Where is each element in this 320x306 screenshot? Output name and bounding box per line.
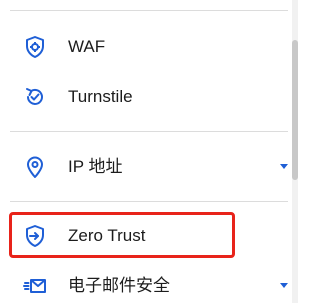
shield-arrow-icon (22, 223, 48, 249)
chevron-down-icon[interactable] (280, 164, 288, 169)
scrollbar-track[interactable] (292, 0, 298, 303)
sidebar-item-waf[interactable]: WAF (0, 27, 298, 67)
divider (10, 131, 288, 132)
sidebar-item-label: Turnstile (68, 87, 133, 106)
sidebar-item-label: Zero Trust (68, 226, 146, 245)
sidebar-item-zero-trust[interactable]: Zero Trust (0, 216, 298, 256)
sidebar-item-turnstile[interactable]: Turnstile (0, 77, 298, 117)
sidebar-item-label: IP 地址 (68, 157, 123, 176)
divider (10, 10, 288, 11)
sidebar-menu: WAF Turnstile IP 地址 Zero Trust 电子邮件安全 (0, 0, 298, 303)
location-pin-icon (22, 154, 48, 180)
refresh-check-icon (22, 84, 48, 110)
sidebar-item-label: WAF (68, 37, 106, 56)
shield-gear-icon (22, 34, 48, 60)
sidebar-item-ip-address[interactable]: IP 地址 (0, 147, 298, 187)
sidebar-item-email-security[interactable]: 电子邮件安全 (0, 266, 298, 306)
sidebar-item-label: 电子邮件安全 (68, 276, 170, 295)
email-send-icon (22, 273, 48, 299)
chevron-down-icon[interactable] (280, 283, 288, 288)
divider (10, 201, 288, 202)
scrollbar-thumb[interactable] (292, 40, 298, 180)
